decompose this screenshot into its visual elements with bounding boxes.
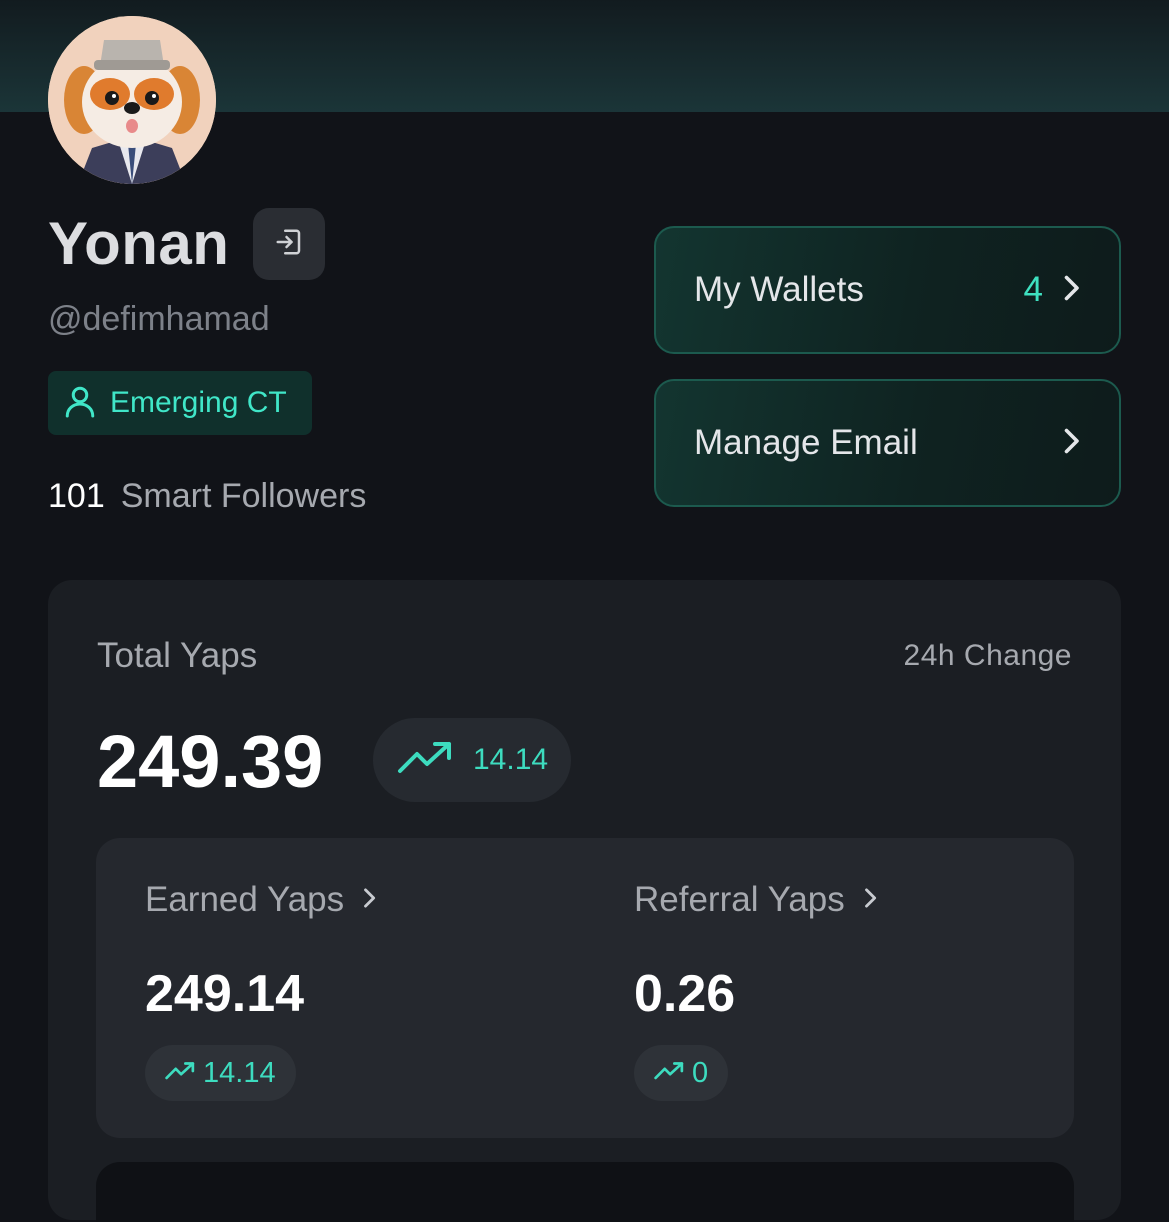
total-change-value: 14.14 [473,743,549,776]
profile-handle: @defimhamad [48,300,270,338]
total-yaps-label: Total Yaps [97,636,258,675]
chevron-right-icon [1061,426,1081,461]
my-wallets-label: My Wallets [694,270,864,309]
referral-change-badge: 0 [634,1045,729,1101]
smart-followers: 101 Smart Followers [48,474,366,518]
next-section-card [96,1162,1074,1222]
total-change-badge: 14.14 [373,718,571,802]
trending-up-icon [654,1061,684,1086]
yaps-stats-panel: Total Yaps 24h Change 249.39 14.14 Earne… [48,580,1121,1222]
referral-yaps-link[interactable]: Referral Yaps [634,880,877,920]
chevron-right-icon [1061,273,1081,308]
tier-label: Emerging CT [110,386,287,419]
earned-yaps-label: Earned Yaps [145,880,345,919]
logout-icon [274,227,304,262]
manage-email-button[interactable]: Manage Email [654,379,1121,507]
trending-up-icon [165,1061,195,1086]
change-24h-label: 24h Change [903,639,1072,672]
smart-followers-count: 101 [48,477,105,515]
my-wallets-button[interactable]: My Wallets 4 [654,226,1121,354]
earned-yaps-value: 249.14 [145,965,305,1023]
logout-button[interactable] [253,208,325,280]
yaps-breakdown: Earned Yaps 249.14 14.14 Referral Yaps 0… [96,838,1074,1138]
smart-followers-label: Smart Followers [120,477,367,515]
wallets-count: 4 [1023,270,1043,309]
total-yaps-value: 249.39 [97,720,324,803]
referral-yaps-value: 0.26 [634,965,736,1023]
earned-change-badge: 14.14 [145,1045,296,1101]
profile-name: Yonan [48,210,230,277]
referral-yaps-label: Referral Yaps [634,880,845,919]
referral-change-value: 0 [692,1056,709,1089]
earned-yaps-link[interactable]: Earned Yaps [145,880,376,920]
earned-change-value: 14.14 [203,1056,276,1089]
chevron-right-icon [362,886,376,915]
manage-email-label: Manage Email [694,423,918,462]
tier-badge: Emerging CT [48,371,312,435]
trending-up-icon [397,740,453,781]
user-icon [62,382,98,425]
chevron-right-icon [863,886,877,915]
avatar [48,16,216,184]
